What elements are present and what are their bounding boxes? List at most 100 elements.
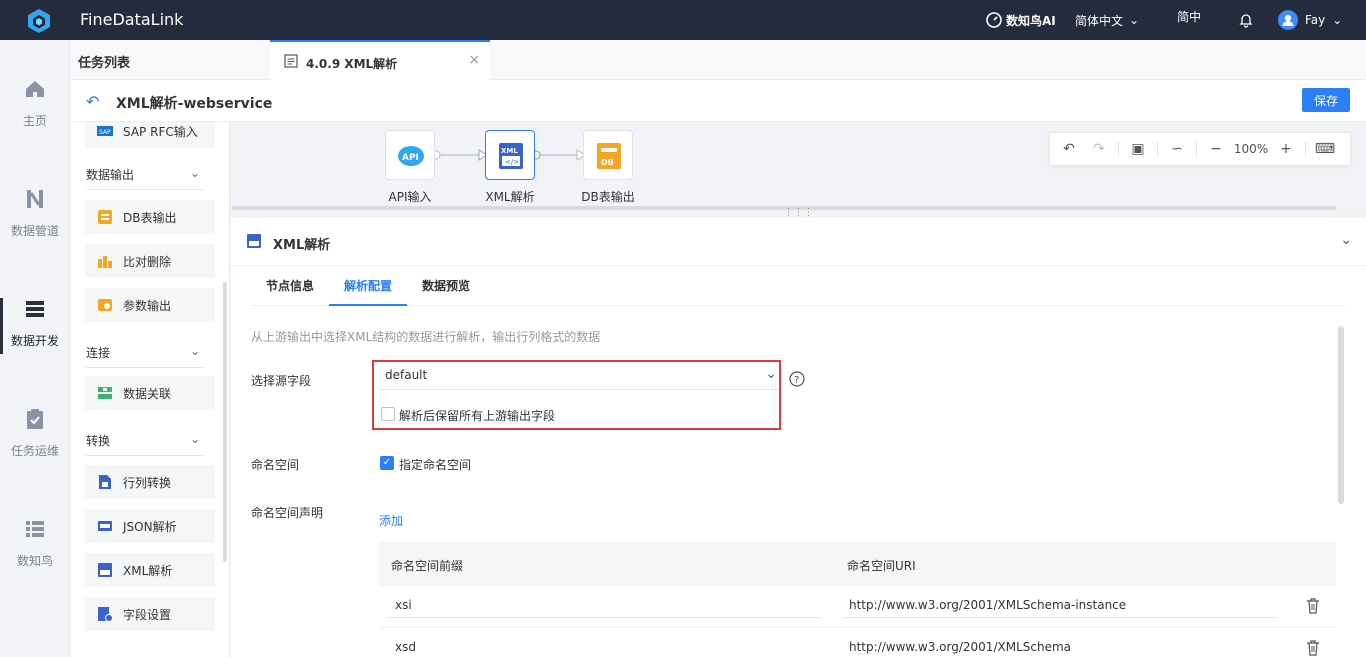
xml-parse-icon (98, 563, 112, 577)
ai-assistant[interactable]: 数知鸟AI (986, 0, 1056, 40)
help-icon[interactable]: ? (789, 371, 805, 387)
trash-icon[interactable] (1306, 598, 1320, 614)
comp-xml-parse[interactable]: XML解析 (85, 553, 215, 587)
user-menu[interactable]: Fay ⌄ (1278, 0, 1342, 40)
source-field-select[interactable]: default ⌄ (379, 364, 779, 390)
column-header: 命名空间前缀 (391, 559, 464, 573)
detail-scrollbar[interactable] (1338, 326, 1344, 504)
canvas-toolbar: ↶ ↷ ▣ ∽ − 100% + ⌨ (1049, 132, 1351, 166)
node-api-input[interactable]: API (385, 130, 435, 180)
node-xml-parse[interactable]: XML </> (485, 130, 535, 180)
chevron-down-icon[interactable]: ⌄ (1340, 232, 1352, 248)
tabs-bar: 任务列表 4.0.9 XML解析 × (70, 40, 1366, 80)
top-bar: FineDataLink 数知鸟AI 简体中文 ⌄ 简中 Fay ⌄ (0, 0, 1366, 40)
db-node-icon: DB (597, 143, 621, 169)
node-badge: DB (601, 158, 614, 167)
uri-input[interactable]: http://www.w3.org/2001/XMLSchema (843, 636, 1275, 657)
save-button[interactable]: 保存 (1302, 88, 1350, 112)
comp-db-output[interactable]: DB表输出 (85, 200, 215, 234)
group-title-connect[interactable]: 连接 ⌄ (86, 344, 204, 368)
connector-style-icon[interactable]: ∽ (1162, 141, 1192, 157)
source-field-label: 选择源字段 (251, 374, 312, 388)
back-icon[interactable]: ↶ (86, 92, 99, 111)
rail-label: 数据开发 (10, 334, 59, 348)
sap-icon: SAP (97, 126, 113, 136)
rail-item-home[interactable]: 主页 (0, 78, 70, 158)
svg-text:?: ? (794, 375, 799, 386)
config-hint: 从上游输出中选择XML结构的数据进行解析，输出行列格式的数据 (251, 330, 601, 344)
language-switcher[interactable]: 简体中文 ⌄ (1075, 0, 1139, 40)
comp-row-col-convert[interactable]: 行列转换 (85, 465, 215, 499)
detail-header: XML解析 ⌄ (231, 218, 1366, 266)
trash-icon[interactable] (1306, 640, 1320, 656)
namespace-checkbox[interactable]: ✓ (380, 456, 394, 470)
list-icon (26, 521, 44, 537)
prefix-input[interactable]: xsi (389, 594, 821, 618)
group-title-output[interactable]: 数据输出 ⌄ (86, 166, 204, 190)
group-title-transform[interactable]: 转换 ⌄ (86, 432, 204, 456)
db-output-icon (98, 210, 112, 224)
tab-parse-config[interactable]: 解析配置 (329, 266, 408, 306)
bell-icon (1239, 14, 1253, 28)
close-icon[interactable]: × (468, 52, 480, 68)
chevron-down-icon: ⌄ (189, 344, 200, 358)
comp-field-settings[interactable]: 字段设置 (85, 597, 215, 631)
tab-node-info[interactable]: 节点信息 (251, 266, 329, 306)
prefix-input[interactable]: xsd (389, 636, 821, 657)
source-field-value: default (385, 368, 428, 382)
node-label: XML解析 (485, 190, 535, 204)
rail-label: 任务运维 (10, 444, 59, 458)
chevron-down-icon: ⌄ (1129, 13, 1140, 27)
uri-input[interactable]: http://www.w3.org/2001/XMLSchema-instanc… (843, 594, 1275, 618)
user-name: Fay (1305, 13, 1326, 27)
notifications-button[interactable] (1238, 0, 1254, 40)
panel-splitter-handle[interactable]: ⋮⋮⋮ (231, 208, 1366, 218)
rail-item-ops[interactable]: 任务运维 (0, 408, 70, 488)
comp-data-join[interactable]: 数据关联 (85, 376, 215, 410)
comp-sap-rfc-input[interactable]: SAP SAP RFC输入 (85, 122, 215, 148)
add-namespace-link[interactable]: 添加 (379, 512, 403, 529)
redo-icon[interactable]: ↷ (1084, 141, 1114, 157)
flow-canvas[interactable]: API API输入 XML </> XML解析 DB DB表输出 ↶ ↷ ▣ ∽ … (231, 122, 1366, 214)
rail-item-shuzhiniao[interactable]: 数知鸟 (0, 518, 70, 598)
tab-label: 4.0.9 XML解析 (306, 57, 398, 71)
rail-label: 数知鸟 (16, 554, 53, 568)
api-cloud-icon: API (398, 146, 424, 166)
component-scrollbar[interactable] (223, 282, 227, 562)
undo-icon[interactable]: ↶ (1054, 141, 1084, 157)
title-bar: ↶ XML解析-webservice 保存 (70, 80, 1366, 122)
task-list-title: 任务列表 (78, 56, 131, 71)
component-panel: SAP SAP RFC输入 数据输出 ⌄ DB表输出 比对删除 参数输出 连接 … (70, 122, 230, 657)
node-db-output[interactable]: DB (583, 130, 633, 180)
namespace-check-label: 指定命名空间 (399, 458, 472, 472)
language-label: 简体中文 (1075, 13, 1124, 28)
zoom-level: 100% (1233, 142, 1269, 156)
rail-label: 数据管道 (10, 224, 59, 238)
chevron-down-icon: ⌄ (189, 432, 200, 446)
param-output-icon (98, 299, 112, 311)
keep-upstream-checkbox[interactable] (381, 407, 395, 421)
node-label: API输入 (388, 190, 432, 204)
table-header: 命名空间前缀 命名空间URI (379, 542, 1336, 586)
rail-item-data-dev[interactable]: 数据开发 (0, 298, 70, 378)
svg-text:SAP: SAP (99, 129, 111, 136)
fit-view-icon[interactable]: ▣ (1123, 141, 1153, 157)
simplified-toggle[interactable]: 简中 (1177, 0, 1201, 36)
comp-json-parse[interactable]: JSON解析 (85, 509, 215, 543)
tab-data-preview[interactable]: 数据预览 (407, 266, 485, 306)
zoom-out-icon[interactable]: − (1201, 141, 1231, 157)
keyboard-icon[interactable]: ⌨ (1310, 141, 1340, 157)
clipboard-check-icon (27, 409, 43, 429)
data-join-icon (98, 387, 112, 399)
comp-compare-delete[interactable]: 比对删除 (85, 244, 215, 278)
avatar (1278, 10, 1298, 30)
chevron-down-icon: ⌄ (189, 166, 200, 180)
xml-parse-icon (247, 234, 261, 248)
tab-xml-parse[interactable]: 4.0.9 XML解析 × (270, 40, 490, 80)
comp-param-output[interactable]: 参数输出 (85, 288, 215, 322)
table-row: xsi http://www.w3.org/2001/XMLSchema-ins… (379, 586, 1336, 628)
compare-delete-icon (98, 256, 112, 268)
group-label: 连接 (86, 346, 111, 360)
rail-item-pipeline[interactable]: 数据管道 (0, 188, 70, 268)
zoom-in-icon[interactable]: + (1271, 141, 1301, 157)
